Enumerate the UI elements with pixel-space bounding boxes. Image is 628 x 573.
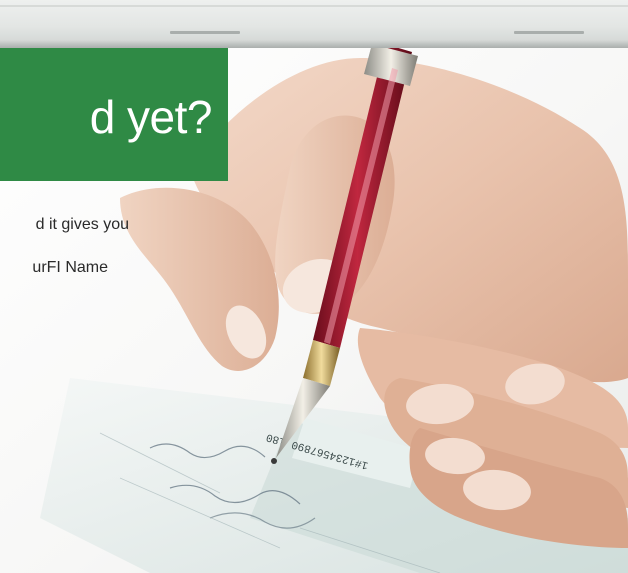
headline-text: d yet? xyxy=(89,90,213,143)
strip-divider xyxy=(0,5,628,7)
strip-tick-right xyxy=(514,31,584,34)
promo-banner: 1#1234567890 180 d yet? d it gives you u… xyxy=(0,0,628,573)
strip-tick-left xyxy=(170,31,240,34)
top-decorative-strip xyxy=(0,0,628,48)
body-text-line-2: urFI Name xyxy=(32,259,108,276)
headline-banner: d yet? xyxy=(0,48,228,181)
body-text-line-1: d it gives you xyxy=(35,216,129,233)
